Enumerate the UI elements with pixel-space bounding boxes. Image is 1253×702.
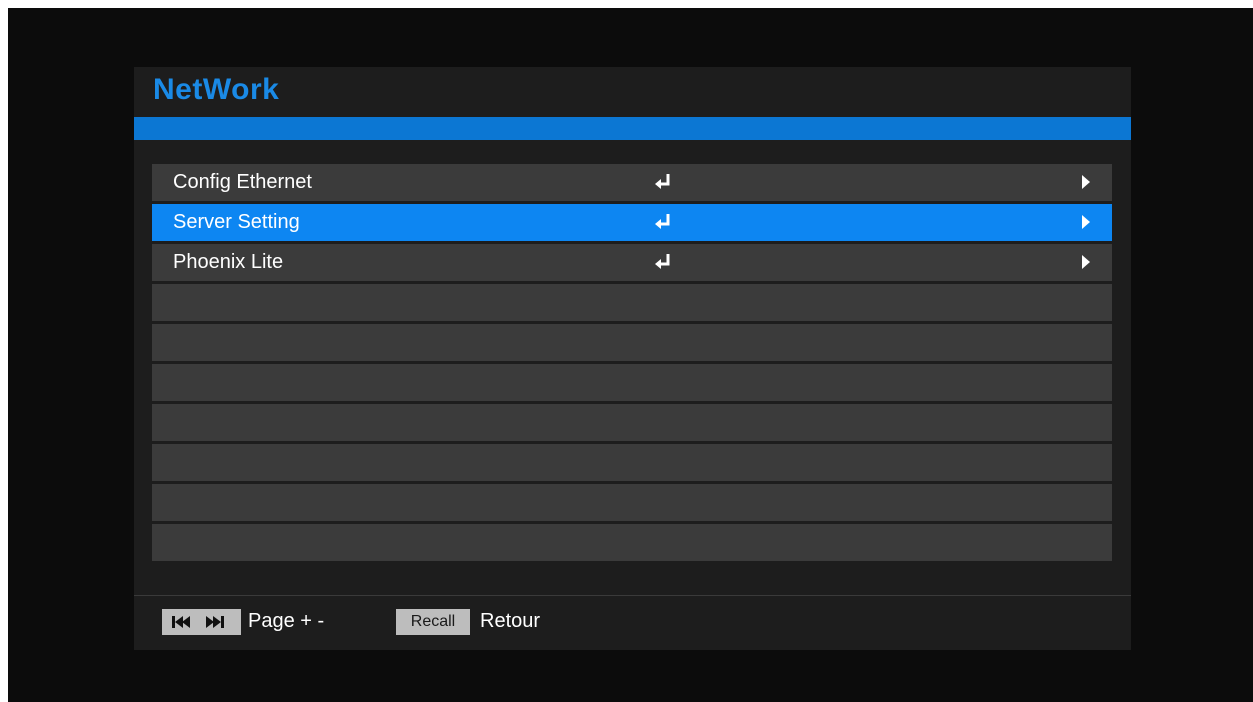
page-key-badge [162,609,241,635]
menu-item-label: Phoenix Lite [173,251,284,273]
menu-item-config-ethernet[interactable]: Config Ethernet [152,164,1112,201]
title-underline-bar [134,117,1131,140]
empty-menu-row [152,324,1112,361]
menu-item-label: Config Ethernet [173,171,312,193]
page-label: Page + - [248,610,325,632]
enter-icon [655,174,670,189]
menu-item-label: Server Setting [173,211,300,233]
empty-menu-row [152,404,1112,441]
next-track-icon [206,616,224,628]
enter-icon [655,254,670,269]
recall-key-badge: Recall [396,609,470,635]
empty-menu-row [152,364,1112,401]
prev-track-icon [172,616,190,628]
chevron-right-icon [1082,215,1090,229]
empty-menu-row [152,484,1112,521]
enter-icon [655,214,670,229]
empty-menu-row [152,444,1112,481]
footer-divider [134,595,1131,596]
network-menu-panel: NetWork Config Ethernet Server Setting P… [134,67,1131,650]
prev-next-track-icons [172,616,224,628]
menu-list: Config Ethernet Server Setting Phoenix L… [152,164,1112,564]
menu-item-server-setting[interactable]: Server Setting [152,204,1112,241]
empty-menu-row [152,284,1112,321]
recall-label: Retour [480,610,541,632]
page-title: NetWork [153,73,280,106]
empty-menu-row [152,524,1112,561]
chevron-right-icon [1082,255,1090,269]
tv-screen: NetWork Config Ethernet Server Setting P… [8,8,1253,702]
chevron-right-icon [1082,175,1090,189]
menu-item-phoenix-lite[interactable]: Phoenix Lite [152,244,1112,281]
